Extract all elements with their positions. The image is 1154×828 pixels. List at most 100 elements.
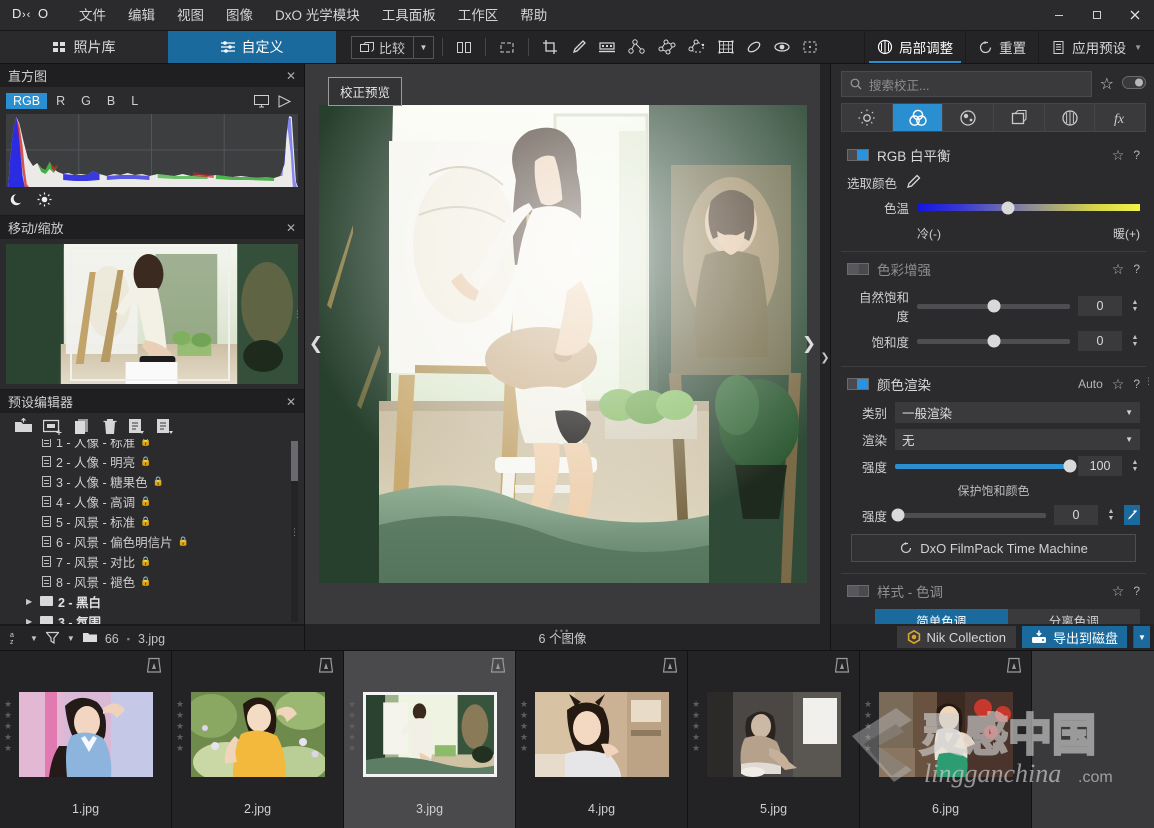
maximize-button[interactable]: [1078, 0, 1116, 31]
vibrancy-toggle[interactable]: [847, 263, 869, 275]
tab-reset[interactable]: 重置: [965, 31, 1038, 63]
color-rendering-favorite-icon[interactable]: ☆: [1112, 376, 1125, 393]
segment-split-tone[interactable]: 分离色调: [1007, 609, 1140, 624]
main-photo[interactable]: [318, 105, 807, 583]
category-detail[interactable]: [943, 104, 995, 131]
color-rendering-auto-label[interactable]: Auto: [1078, 377, 1103, 391]
style-tone-favorite-icon[interactable]: ☆: [1112, 583, 1125, 600]
repair-icon[interactable]: [741, 35, 767, 60]
vibrance-knob[interactable]: [987, 299, 1000, 313]
vibrance-value[interactable]: 0: [1078, 296, 1122, 316]
menu-item-view[interactable]: 视图: [166, 0, 215, 31]
category-geometry[interactable]: [994, 104, 1045, 131]
split-view-icon[interactable]: [451, 35, 477, 60]
protect-intensity-knob[interactable]: [891, 508, 905, 522]
preset-list-item[interactable]: 4 - 人像 - 高调 🔒: [14, 491, 304, 511]
eyedropper-icon[interactable]: [905, 174, 921, 192]
category-effects[interactable]: fx: [1095, 104, 1145, 131]
delete-icon[interactable]: [102, 418, 118, 435]
move-zoom-crop-box[interactable]: [70, 247, 230, 381]
move-zoom-close-icon[interactable]: ✕: [286, 221, 296, 235]
protect-intensity-value[interactable]: 0: [1054, 505, 1098, 525]
duplicate-icon[interactable]: [74, 418, 92, 435]
saturation-value[interactable]: 0: [1078, 331, 1122, 351]
preset-list-item[interactable]: 1 - 人像 - 标准 🔒: [14, 439, 304, 451]
menu-item-file[interactable]: 文件: [68, 0, 117, 31]
preset-list-item[interactable]: 6 - 风景 - 偏色明信片 🔒: [14, 531, 304, 551]
menu-item-tool-panels[interactable]: 工具面板: [371, 0, 447, 31]
chevron-right-icon[interactable]: ▶: [26, 597, 35, 606]
control-polygon-icon[interactable]: [653, 35, 681, 60]
corrections-scroll-area[interactable]: RGB 白平衡 ☆ ? 选取颜色 色温 冷(-) 暖(+) 色彩增强 ☆ ? 自…: [831, 138, 1154, 624]
search-input[interactable]: 搜索校正...: [869, 75, 929, 94]
preset-list-item[interactable]: 5 - 风景 - 标准 🔒: [14, 511, 304, 531]
fullscreen-icon[interactable]: [494, 35, 520, 60]
vibrancy-help-icon[interactable]: ?: [1133, 262, 1140, 276]
filmstrip-item[interactable]: ★ ★ ★ ★ ★: [516, 651, 688, 828]
export-caret-icon[interactable]: ▼: [1133, 626, 1150, 648]
toggle-all-icon[interactable]: [1122, 76, 1146, 92]
minimize-button[interactable]: [1040, 0, 1078, 31]
vibrance-slider[interactable]: [917, 299, 1070, 313]
histogram-channel-g[interactable]: G: [74, 93, 98, 109]
histogram-channel-rgb[interactable]: RGB: [6, 93, 48, 109]
preset-list-item[interactable]: 3 - 人像 - 糖果色 🔒: [14, 471, 304, 491]
intensity-slider[interactable]: [895, 459, 1077, 473]
histogram-channel-r[interactable]: R: [49, 93, 72, 109]
tab-photo-library[interactable]: 照片库: [0, 31, 168, 63]
color-rendering-help-icon[interactable]: ?: [1133, 377, 1140, 391]
color-rendering-toggle[interactable]: [847, 378, 869, 390]
close-button[interactable]: [1116, 0, 1154, 31]
preset-folder-item[interactable]: ▶ 2 - 黑白: [14, 591, 304, 611]
crop-icon[interactable]: [537, 35, 563, 60]
move-zoom-grip-icon[interactable]: ⋮: [293, 310, 302, 319]
rating-stars[interactable]: ★ ★ ★ ★ ★: [864, 699, 872, 754]
white-balance-help-icon[interactable]: ?: [1133, 148, 1140, 162]
compare-caret-icon[interactable]: ▼: [413, 36, 433, 58]
rating-stars[interactable]: ★ ★ ★ ★ ★: [520, 699, 528, 754]
rating-stars[interactable]: ★ ★ ★ ★ ★: [348, 699, 356, 754]
marquee-icon[interactable]: [797, 35, 823, 60]
filter-icon[interactable]: [45, 631, 60, 647]
intensity-stepper[interactable]: ▲ ▼: [1130, 459, 1140, 473]
temperature-slider[interactable]: [917, 201, 1140, 214]
category-color[interactable]: [892, 104, 944, 131]
saturation-knob[interactable]: [987, 334, 1000, 348]
eye-icon[interactable]: [769, 35, 795, 60]
filmstrip-item[interactable]: ★ ★ ★ ★ ★: [344, 651, 516, 828]
temperature-knob[interactable]: [1001, 201, 1015, 214]
chevron-right-icon[interactable]: ▶: [26, 617, 35, 625]
move-zoom-preview[interactable]: [6, 244, 298, 384]
sort-caret-icon[interactable]: ▼: [30, 634, 38, 643]
preset-folder-item[interactable]: ▶ 3 - 氛围: [14, 611, 304, 624]
right-tabs-caret-icon[interactable]: ▼: [1134, 43, 1142, 52]
histogram-channel-l[interactable]: L: [124, 93, 145, 109]
category-select[interactable]: 一般渲染 ▼: [895, 402, 1140, 423]
saturation-stepper[interactable]: ▲ ▼: [1130, 334, 1140, 348]
tab-customize[interactable]: 自定义: [168, 31, 336, 63]
eyedropper-icon[interactable]: [565, 35, 591, 60]
menu-item-help[interactable]: 帮助: [509, 0, 558, 31]
filmstrip-item[interactable]: ★ ★ ★ ★ ★: [860, 651, 1032, 828]
menu-item-edit[interactable]: 编辑: [117, 0, 166, 31]
white-balance-favorite-icon[interactable]: ☆: [1112, 147, 1125, 164]
image-viewer[interactable]: 校正预览 ❮ ❯: [305, 64, 820, 624]
magic-wand-icon[interactable]: [1124, 505, 1140, 525]
control-path-icon[interactable]: [683, 35, 711, 60]
category-local[interactable]: [1045, 104, 1096, 131]
rating-stars[interactable]: ★ ★ ★ ★ ★: [176, 699, 184, 754]
export-to-disk-button[interactable]: 导出到磁盘: [1021, 626, 1127, 648]
tab-apply-preset[interactable]: 应用预设 ▼: [1038, 31, 1154, 63]
style-tone-help-icon[interactable]: ?: [1133, 584, 1140, 598]
compare-button[interactable]: 比较 ▼: [351, 35, 435, 59]
preset-list[interactable]: 1 - 人像 - 标准 🔒 2 - 人像 - 明亮 🔒 3 - 人像 - 糖果色…: [0, 439, 304, 624]
preset-list-item[interactable]: 2 - 人像 - 明亮 🔒: [14, 451, 304, 471]
protect-intensity-slider[interactable]: [891, 508, 1046, 522]
intensity-value[interactable]: 100: [1078, 456, 1122, 476]
histogram-channel-b[interactable]: B: [100, 93, 122, 109]
preset-list-scroll-thumb[interactable]: [291, 441, 298, 481]
preset-list-item[interactable]: 7 - 风景 - 对比 🔒: [14, 551, 304, 571]
category-light[interactable]: [842, 104, 893, 131]
segment-simple-tone[interactable]: 简单色调: [875, 609, 1008, 624]
rating-stars[interactable]: ★ ★ ★ ★ ★: [4, 699, 12, 754]
